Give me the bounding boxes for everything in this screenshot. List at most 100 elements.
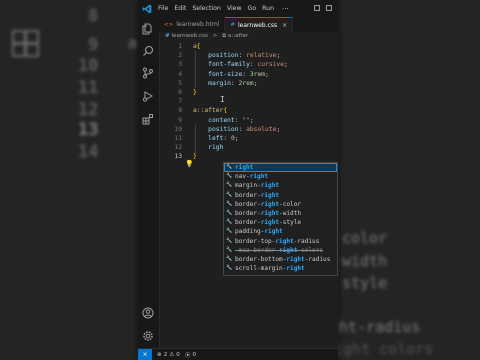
extensions-icon[interactable]	[142, 113, 154, 125]
code-token: ;	[249, 116, 254, 124]
menu-run[interactable]: Run	[262, 5, 274, 12]
suggestion-item[interactable]: 🔧 margin-right	[224, 181, 337, 190]
tab-learnweb-html[interactable]: <> learnweb.html	[159, 17, 226, 32]
code-line[interactable]: 12 righ	[159, 143, 338, 152]
autocomplete-suggestions: 🔧 right 🔧 nav-right 🔧 margin-right 🔧 border-rig…	[223, 162, 338, 276]
code-text: margin: 2rem;	[193, 79, 257, 88]
css-file-icon: #	[230, 22, 236, 28]
account-icon[interactable]	[142, 307, 154, 319]
suggestion-match: right	[264, 228, 283, 236]
error-icon: ⊗	[157, 351, 162, 358]
suggestion-item[interactable]: 🔧 border-right-width	[224, 209, 337, 218]
extensions-icon-zoomed-part	[25, 43, 39, 57]
tab-learnweb-css[interactable]: # learnweb.css ×	[225, 17, 294, 32]
code-line[interactable]: 10 position: absolute;	[159, 125, 338, 134]
code-line[interactable]: 8 a::after{	[159, 106, 338, 115]
property-wrench-icon: 🔧	[226, 191, 233, 198]
menu-selection[interactable]: Selection	[192, 5, 221, 12]
layout-panel-icon[interactable]	[314, 5, 320, 11]
line-number: 12	[174, 144, 182, 152]
suggestion-item[interactable]: 🔧 border-right-style	[224, 218, 337, 227]
code-text: position: absolute;	[193, 125, 280, 134]
property-wrench-icon: 🔧	[226, 200, 233, 207]
code-token: font-size	[193, 70, 243, 78]
ports-status[interactable]: ⦿ 0	[185, 351, 196, 359]
code-text: font-family: cursive;	[193, 60, 288, 69]
code-token: ;	[253, 79, 258, 87]
extensions-icon-zoomed	[12, 30, 26, 44]
suggestion-item[interactable]: 🔧 border-right	[224, 191, 337, 200]
html-file-icon: <>	[164, 21, 174, 28]
suggestion-item[interactable]: 🔧 right	[224, 163, 337, 173]
background-code-line: color	[342, 229, 388, 247]
code-line[interactable]: 9 content: "";	[159, 116, 338, 125]
css-file-icon: #	[165, 33, 170, 39]
menu-view[interactable]: View	[227, 5, 242, 12]
breadcrumb-symbol[interactable]: a::after	[228, 33, 248, 39]
problems-status[interactable]: ⊗ 2 ⚠ 0	[157, 352, 180, 358]
search-icon[interactable]	[142, 45, 154, 57]
settings-gear-icon[interactable]	[142, 330, 154, 342]
close-tab-icon[interactable]: ×	[282, 22, 287, 29]
explorer-icon[interactable]	[142, 23, 154, 35]
suggestion-text: border-top-	[235, 237, 276, 245]
suggestion-text: margin-	[235, 182, 261, 190]
line-number: 2	[178, 52, 182, 60]
code-token: content	[193, 116, 235, 124]
property-wrench-icon: 🔧	[226, 228, 233, 235]
suggestion-text: nav-	[235, 173, 250, 181]
breadcrumb-file[interactable]: learnweb.css	[171, 33, 207, 39]
tab-label: learnweb.css	[238, 21, 278, 29]
suggestion-item[interactable]: 🔧 border-bottom-right-radius	[224, 255, 337, 264]
suggestion-text: -moz-border-	[235, 246, 280, 254]
suggestion-text: -width	[279, 209, 302, 217]
code-line[interactable]: 6}	[159, 88, 338, 97]
code-text: a::after{	[193, 106, 227, 115]
suggestion-item[interactable]: 🔧 padding-right	[224, 227, 337, 236]
suggestion-item[interactable]: 🔧 -moz-border-right-colors	[224, 246, 337, 255]
menu-edit[interactable]: Edit	[174, 5, 186, 12]
code-line[interactable]: 2 position: relative;	[159, 51, 338, 60]
suggestion-item[interactable]: 🔧 nav-right	[224, 172, 337, 181]
code-line[interactable]: 13}	[159, 152, 338, 161]
selector-symbol-icon: ⧉	[222, 33, 227, 39]
code-text: content: "";	[193, 116, 254, 125]
background-line-number: 12	[78, 100, 99, 120]
code-line[interactable]: 3 font-family: cursive;	[159, 60, 338, 69]
code-token: position	[193, 125, 239, 133]
warning-count: 0	[176, 351, 180, 358]
code-line[interactable]: 11 left: 0;	[159, 134, 338, 143]
code-token: :	[238, 52, 247, 60]
remote-indicator-icon[interactable]: ⨯	[138, 348, 152, 360]
line-number: 3	[178, 61, 182, 69]
code-token: ;	[284, 61, 288, 69]
code-token: }	[193, 89, 197, 96]
code-token: :	[230, 79, 239, 87]
code-token: ;	[276, 125, 281, 133]
code-token: cursive	[257, 61, 285, 69]
code-line[interactable]: 7	[159, 97, 338, 106]
source-control-icon[interactable]	[142, 67, 154, 79]
layout-sidebar-icon[interactable]	[326, 5, 332, 11]
code-line[interactable]: 1 a{	[159, 42, 338, 51]
code-token: ;	[234, 135, 239, 142]
menu-file[interactable]: File	[158, 5, 168, 12]
line-number: 8	[178, 107, 182, 115]
suggestion-item[interactable]: 🔧 scroll-margin-right	[224, 264, 337, 273]
property-wrench-icon: 🔧	[226, 164, 233, 170]
run-debug-icon[interactable]	[142, 90, 154, 102]
line-number: 5	[178, 79, 182, 87]
suggestion-text: border-bottom-	[235, 255, 287, 263]
ports-count: 0	[192, 351, 196, 358]
suggestion-match: right	[275, 237, 294, 245]
code-line[interactable]: 4 font-size: 3rem;	[159, 70, 338, 79]
code-line[interactable]: 5 margin: 2rem;	[159, 79, 338, 88]
suggestion-item[interactable]: 🔧 border-top-right-radius	[224, 237, 337, 246]
extensions-icon-zoomed-part	[12, 43, 26, 57]
code-text: left: 0;	[193, 134, 239, 143]
menu-more-button[interactable]: ···	[282, 5, 289, 13]
suggestion-text: border-	[235, 191, 261, 199]
suggestion-text: -colors	[297, 246, 324, 254]
suggestion-item[interactable]: 🔧 border-right-color	[224, 200, 337, 209]
menu-go[interactable]: Go	[248, 5, 257, 12]
